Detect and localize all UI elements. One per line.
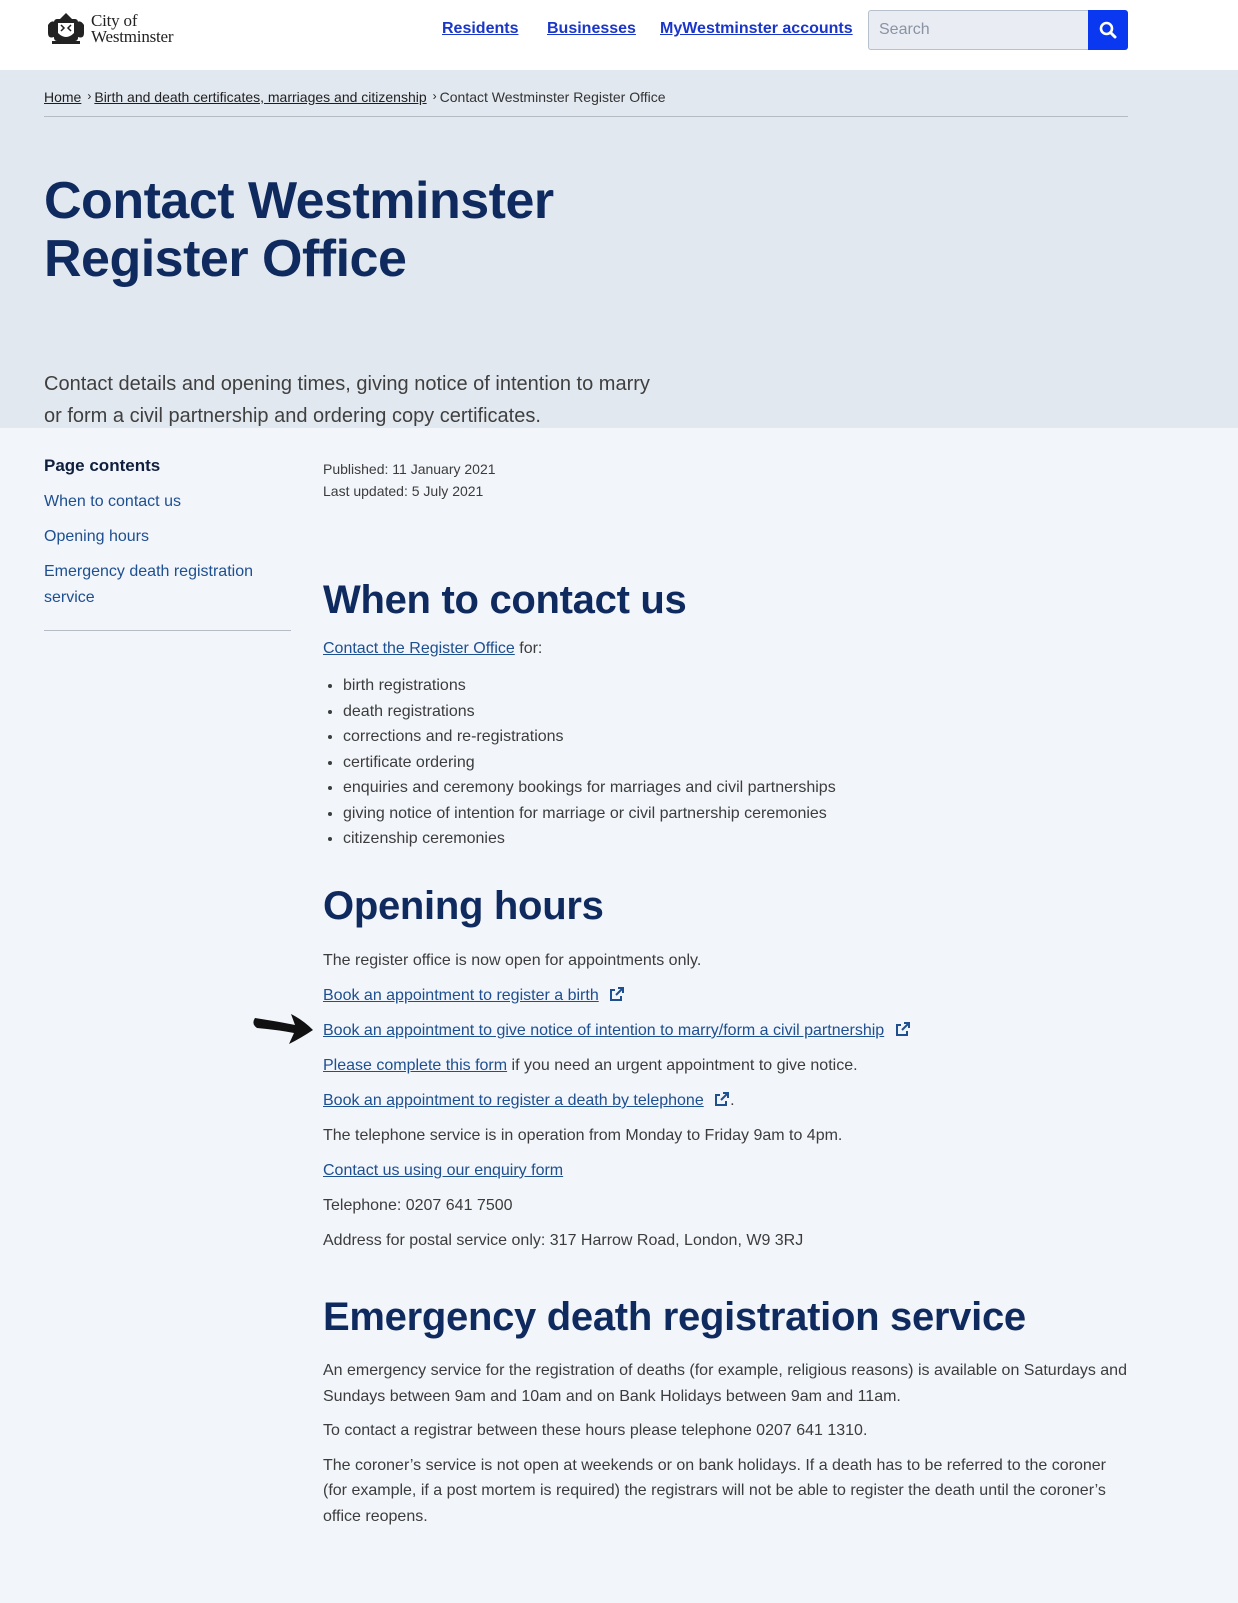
city-crest-logo-icon xyxy=(48,13,84,44)
site-logo[interactable]: City of Westminster xyxy=(44,11,174,47)
emergency-paragraph-1: An emergency service for the registratio… xyxy=(323,1362,1127,1405)
updated-date: Last updated: 5 July 2021 xyxy=(323,483,484,499)
page-contents-list: When to contact us Opening hours Emergen… xyxy=(44,489,291,631)
list-item: birth registrations xyxy=(343,673,836,699)
page-contents-item: Opening hours xyxy=(44,524,291,550)
book-notice-link[interactable]: Book an appointment to give notice of in… xyxy=(323,1022,884,1039)
list-item: certificate ordering xyxy=(343,750,836,776)
telephone-number: Telephone: 0207 641 7500 xyxy=(323,1197,513,1214)
contact-intro-suffix: for: xyxy=(514,640,543,657)
breadcrumb-certificates[interactable]: Birth and death certificates, marriages … xyxy=(94,89,426,105)
search-button[interactable] xyxy=(1088,10,1128,50)
search-icon xyxy=(1099,21,1117,39)
book-death-link[interactable]: Book an appointment to register a death … xyxy=(323,1092,704,1109)
list-item: citizenship ceremonies xyxy=(343,826,836,852)
hero-banner: Home › Birth and death certificates, mar… xyxy=(0,70,1238,428)
nav-link-businesses[interactable]: Businesses xyxy=(547,20,636,37)
book-notice-line: Book an appointment to give notice of in… xyxy=(323,1020,911,1042)
arrow-annotation-icon xyxy=(253,1014,313,1044)
list-item: corrections and re-registrations xyxy=(343,724,836,750)
breadcrumb: Home › Birth and death certificates, mar… xyxy=(44,80,1128,117)
chevron-right-icon: › xyxy=(87,89,92,103)
external-link-icon xyxy=(895,1022,910,1036)
publish-meta: Published: 11 January 2021 Last updated:… xyxy=(323,458,1133,502)
breadcrumb-home[interactable]: Home xyxy=(44,89,81,105)
urgent-form-suffix: if you need an urgent appointment to giv… xyxy=(507,1057,858,1074)
list-item: giving notice of intention for marriage … xyxy=(343,801,836,827)
urgent-form-link[interactable]: Please complete this form xyxy=(323,1057,507,1074)
postal-address: Address for postal service only: 317 Har… xyxy=(323,1232,804,1249)
published-date: Published: 11 January 2021 xyxy=(323,461,496,477)
book-death-line: Book an appointment to register a death … xyxy=(323,1090,911,1112)
contact-reasons-list: birth registrations death registrations … xyxy=(343,673,836,852)
contents-link-opening-hours[interactable]: Opening hours xyxy=(44,528,149,545)
list-item: death registrations xyxy=(343,699,836,725)
logo-line-2: Westminster xyxy=(91,27,174,46)
nav-residents: Residents xyxy=(442,20,518,38)
page-contents-item: Emergency death registration service xyxy=(44,559,291,611)
search-input[interactable] xyxy=(868,10,1088,50)
page-contents-heading: Page contents xyxy=(44,456,161,475)
page-lede: Contact details and opening times, givin… xyxy=(44,373,650,427)
book-birth-link[interactable]: Book an appointment to register a birth xyxy=(323,987,599,1004)
nav-link-mywestminster-accounts[interactable]: MyWestminster accounts xyxy=(660,20,853,37)
page-contents: Page contents When to contact us Opening… xyxy=(44,456,291,631)
external-link-icon xyxy=(610,987,625,1001)
list-item: enquiries and ceremony bookings for marr… xyxy=(343,775,836,801)
enquiry-form-link[interactable]: Contact us using our enquiry form xyxy=(323,1162,563,1179)
book-birth-line: Book an appointment to register a birth xyxy=(323,985,911,1007)
nav-mywestminster: MyWestminster accounts xyxy=(660,20,853,38)
section-heading-emergency: Emergency death registration service xyxy=(323,1295,1026,1339)
main-content: Published: 11 January 2021 Last updated:… xyxy=(253,458,1133,1525)
emergency-content: An emergency service for the registratio… xyxy=(323,1358,1128,1538)
breadcrumb-current: Contact Westminster Register Office xyxy=(439,89,666,105)
telephone-hours: The telephone service is in operation fr… xyxy=(323,1127,843,1144)
contents-link-emergency-death[interactable]: Emergency death registration service xyxy=(44,563,253,606)
nav-link-residents[interactable]: Residents xyxy=(442,20,518,37)
enquiry-form-line: Contact us using our enquiry form xyxy=(323,1160,911,1182)
emergency-paragraph-2: To contact a registrar between these hou… xyxy=(323,1422,868,1439)
opening-intro: The register office is now open for appo… xyxy=(323,952,702,969)
site-header: City of Westminster Residents Businesses… xyxy=(0,0,1238,70)
page-title: Contact Westminster Register Office xyxy=(44,172,554,288)
logo-text: City of Westminster xyxy=(91,12,174,46)
contents-link-when-to-contact[interactable]: When to contact us xyxy=(44,493,181,510)
section-heading-when: When to contact us xyxy=(323,578,687,622)
emergency-paragraph-3: The coroner’s service is not open at wee… xyxy=(323,1456,1106,1525)
chevron-right-icon: › xyxy=(432,89,437,103)
opening-hours-content: The register office is now open for appo… xyxy=(323,950,911,1265)
contact-register-office-link[interactable]: Contact the Register Office xyxy=(323,640,515,657)
external-link-icon xyxy=(715,1092,730,1106)
nav-businesses: Businesses xyxy=(547,20,636,38)
contact-intro: Contact the Register Office for: xyxy=(323,640,542,658)
book-death-suffix: . xyxy=(730,1092,735,1109)
section-heading-opening: Opening hours xyxy=(323,884,604,928)
urgent-form-line: Please complete this form if you need an… xyxy=(323,1055,911,1077)
page-contents-item: When to contact us xyxy=(44,489,291,515)
